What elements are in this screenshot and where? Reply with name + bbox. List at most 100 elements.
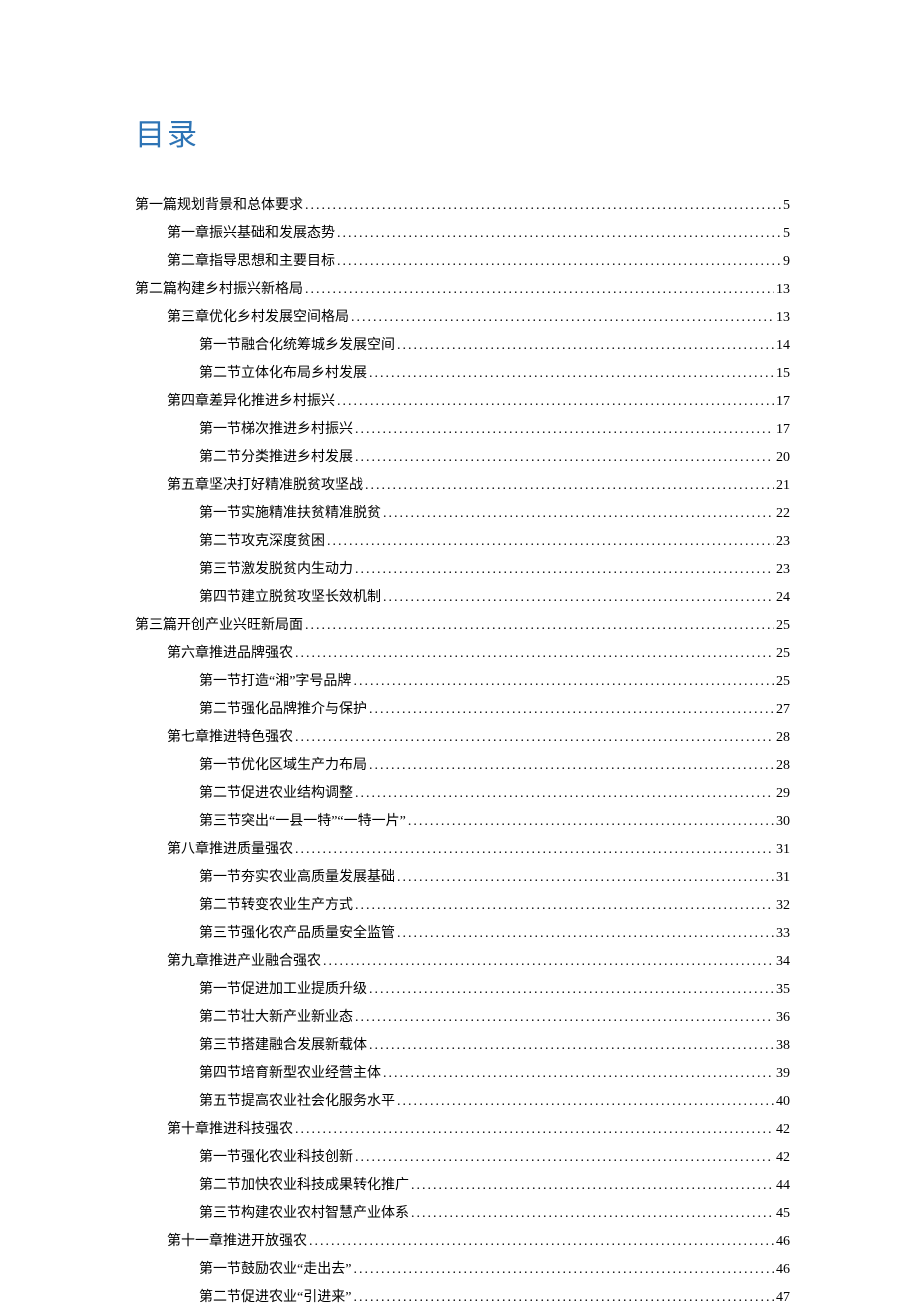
toc-list: 第一篇规划背景和总体要求5第一章振兴基础和发展态势5第二章指导思想和主要目标9第… <box>135 192 790 1312</box>
toc-entry: 第二节促进农业“引进来”47 <box>135 1284 790 1312</box>
toc-entry-page: 21 <box>776 472 790 500</box>
toc-leader <box>355 416 774 444</box>
toc-entry-page: 27 <box>776 696 790 724</box>
toc-entry-label: 第二节强化品牌推介与保护 <box>199 696 367 724</box>
toc-entry-label: 第三章优化乡村发展空间格局 <box>167 304 349 332</box>
toc-leader <box>305 612 774 640</box>
toc-entry-label: 第一节融合化统筹城乡发展空间 <box>199 332 395 360</box>
toc-leader <box>355 892 774 920</box>
toc-entry-label: 第十一章推进开放强农 <box>167 1228 307 1256</box>
toc-entry: 第八章推进质量强农 31 <box>135 836 790 864</box>
toc-entry-page: 39 <box>776 1060 790 1088</box>
toc-entry-page: 15 <box>776 360 790 388</box>
toc-leader <box>383 584 774 612</box>
toc-entry-label: 第五节提高农业社会化服务水平 <box>199 1088 395 1116</box>
toc-entry-label: 第一节打造“湘”字号品牌 <box>199 668 351 696</box>
toc-entry-label: 第二节分类推进乡村发展 <box>199 444 353 472</box>
toc-entry: 第二节壮大新产业新业态36 <box>135 1004 790 1032</box>
toc-entry-page: 25 <box>776 612 790 640</box>
toc-leader <box>337 248 781 276</box>
toc-entry-page: 17 <box>776 388 790 416</box>
toc-entry: 第十一章推进开放强农46 <box>135 1228 790 1256</box>
toc-entry-label: 第二节加快农业科技成果转化推广 <box>199 1172 409 1200</box>
toc-entry-page: 9 <box>783 248 790 276</box>
toc-leader <box>295 836 774 864</box>
toc-entry: 第三节突出“一县一特”“一特一片”30 <box>135 808 790 836</box>
toc-entry-label: 第三节突出“一县一特”“一特一片” <box>199 808 406 836</box>
toc-leader <box>369 1032 774 1060</box>
toc-leader <box>355 780 774 808</box>
toc-entry-label: 第八章推进质量强农 <box>167 836 293 864</box>
toc-entry: 第二章指导思想和主要目标 9 <box>135 248 790 276</box>
toc-entry: 第九章推进产业融合强农34 <box>135 948 790 976</box>
toc-leader <box>323 948 774 976</box>
toc-entry: 第三节强化农产品质量安全监管33 <box>135 920 790 948</box>
toc-entry-label: 第二节转变农业生产方式 <box>199 892 353 920</box>
toc-entry: 第七章推进特色强农28 <box>135 724 790 752</box>
toc-entry: 第三节构建农业农村智慧产业体系45 <box>135 1200 790 1228</box>
toc-leader <box>383 1060 774 1088</box>
toc-entry-label: 第九章推进产业融合强农 <box>167 948 321 976</box>
toc-entry: 第一节鼓励农业“走出去”46 <box>135 1256 790 1284</box>
toc-entry: 第一篇规划背景和总体要求 5 <box>135 192 790 220</box>
toc-entry: 第五节提高农业社会化服务水平40 <box>135 1088 790 1116</box>
toc-leader <box>327 528 774 556</box>
toc-entry-label: 第二节立体化布局乡村发展 <box>199 360 367 388</box>
toc-entry-page: 42 <box>776 1144 790 1172</box>
toc-entry-label: 第一节促进加工业提质升级 <box>199 976 367 1004</box>
toc-entry-label: 第一节夯实农业高质量发展基础 <box>199 864 395 892</box>
toc-entry: 第二节加快农业科技成果转化推广44 <box>135 1172 790 1200</box>
toc-entry: 第二节强化品牌推介与保护 27 <box>135 696 790 724</box>
toc-entry-label: 第十章推进科技强农 <box>167 1116 293 1144</box>
toc-entry-page: 5 <box>783 192 790 220</box>
toc-leader <box>397 332 774 360</box>
toc-leader <box>305 192 781 220</box>
toc-leader <box>353 1256 774 1284</box>
toc-entry-page: 22 <box>776 500 790 528</box>
toc-leader <box>411 1172 774 1200</box>
toc-entry-label: 第一节实施精准扶贫精准脱贫 <box>199 500 381 528</box>
toc-entry-page: 31 <box>776 836 790 864</box>
toc-entry-label: 第一篇规划背景和总体要求 <box>135 192 303 220</box>
toc-entry-label: 第三节强化农产品质量安全监管 <box>199 920 395 948</box>
toc-entry-label: 第三节搭建融合发展新载体 <box>199 1032 367 1060</box>
toc-leader <box>355 556 774 584</box>
toc-entry: 第二节分类推进乡村发展 20 <box>135 444 790 472</box>
toc-entry-label: 第一节梯次推进乡村振兴 <box>199 416 353 444</box>
toc-entry-label: 第一章振兴基础和发展态势 <box>167 220 335 248</box>
toc-entry-page: 46 <box>776 1256 790 1284</box>
toc-entry: 第一节实施精准扶贫精准脱贫 22 <box>135 500 790 528</box>
toc-leader <box>305 276 774 304</box>
toc-entry-label: 第五章坚决打好精准脱贫攻坚战 <box>167 472 363 500</box>
toc-entry: 第二节立体化布局乡村发展 15 <box>135 360 790 388</box>
toc-leader <box>365 472 774 500</box>
toc-entry: 第三节搭建融合发展新载体38 <box>135 1032 790 1060</box>
toc-entry-page: 13 <box>776 304 790 332</box>
toc-entry-page: 31 <box>776 864 790 892</box>
toc-entry: 第五章坚决打好精准脱贫攻坚战 21 <box>135 472 790 500</box>
toc-entry: 第四节培育新型农业经营主体39 <box>135 1060 790 1088</box>
toc-entry-label: 第四章差异化推进乡村振兴 <box>167 388 335 416</box>
toc-entry-page: 14 <box>776 332 790 360</box>
toc-leader <box>355 444 774 472</box>
toc-entry-label: 第二章指导思想和主要目标 <box>167 248 335 276</box>
toc-entry-page: 29 <box>776 780 790 808</box>
toc-leader <box>397 920 774 948</box>
toc-entry: 第三章优化乡村发展空间格局 13 <box>135 304 790 332</box>
toc-entry-label: 第二篇构建乡村振兴新格局 <box>135 276 303 304</box>
toc-entry-label: 第四节建立脱贫攻坚长效机制 <box>199 584 381 612</box>
toc-entry-page: 36 <box>776 1004 790 1032</box>
toc-entry-page: 23 <box>776 556 790 584</box>
toc-leader <box>295 1116 774 1144</box>
toc-entry-label: 第二节攻克深度贫困 <box>199 528 325 556</box>
toc-leader <box>397 1088 774 1116</box>
toc-leader <box>355 1144 774 1172</box>
toc-leader <box>309 1228 774 1256</box>
toc-entry-page: 25 <box>776 668 790 696</box>
toc-title: 目录 <box>135 110 790 154</box>
toc-entry-label: 第一节优化区域生产力布局 <box>199 752 367 780</box>
toc-entry-page: 20 <box>776 444 790 472</box>
toc-entry: 第二节攻克深度贫困23 <box>135 528 790 556</box>
toc-entry-label: 第七章推进特色强农 <box>167 724 293 752</box>
toc-entry: 第二节转变农业生产方式32 <box>135 892 790 920</box>
